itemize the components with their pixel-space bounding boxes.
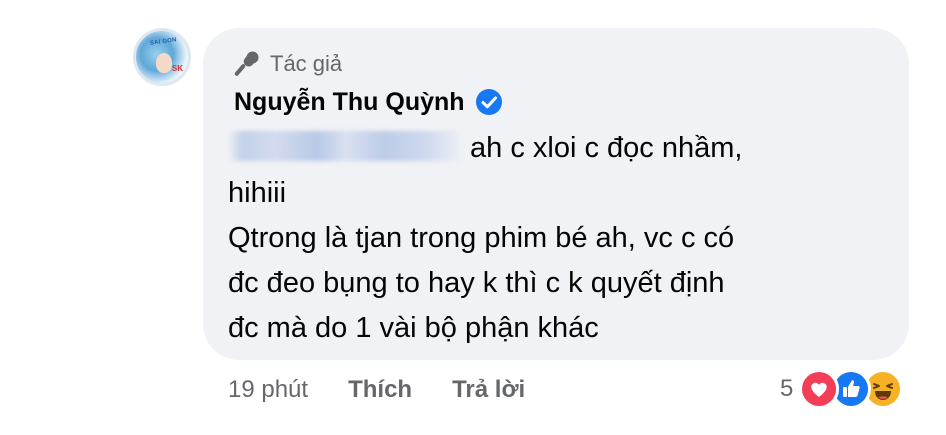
timestamp[interactable]: 19 phút [228,376,308,404]
author-name[interactable]: Nguyễn Thu Quỳnh [234,88,465,117]
comment-line-5: đc mà do 1 vài bộ phận khác [228,312,599,344]
comment-line-3: Qtrong là tjan trong phim bé ah, vc c có [228,222,735,254]
author-badge-label: Tác giả [270,51,343,76]
verified-badge-icon [475,89,502,115]
comment-line-1: ah c xloi c đọc nhầm, [228,126,888,171]
love-icon [799,369,840,409]
author-row: Nguyễn Thu Quỳnh [234,84,503,120]
comment-text: ah c xloi c đọc nhầm, hihiii Qtrong là t… [228,126,888,351]
reaction-summary[interactable]: 5 [780,368,904,410]
like-button[interactable]: Thích [348,376,412,404]
microphone-icon [234,51,259,76]
reaction-count: 5 [780,375,794,402]
comment-line-2: hihiii [228,177,287,209]
comment-line-4: đc đeo bụng to hay k thì c k quyết định [228,267,725,299]
mention-tag-blurred[interactable] [228,131,464,162]
comment-thread: SAI GON SK Tác giả Nguyễn Thu Quỳnh ah c… [0,0,946,435]
avatar[interactable]: SAI GON SK [133,28,191,86]
reply-button[interactable]: Trả lời [452,376,525,404]
comment-actions: 19 phút Thích Trả lời [228,370,565,410]
author-badge: Tác giả [234,48,342,80]
